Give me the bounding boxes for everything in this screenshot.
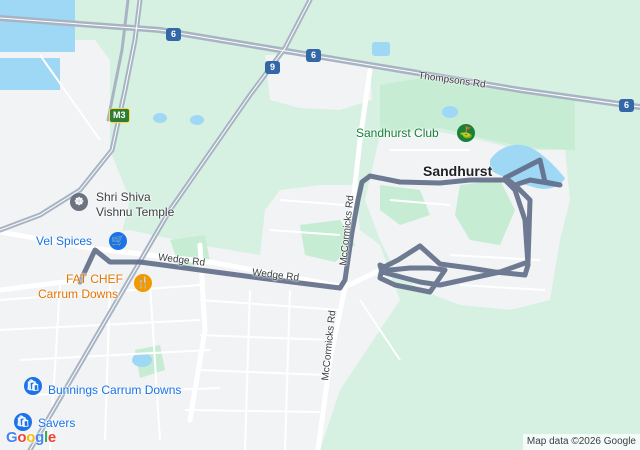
- temple-icon: ☸: [70, 193, 88, 211]
- poi-temple-label-line2: Vishnu Temple: [96, 205, 175, 219]
- poi-bunnings-label: Bunnings Carrum Downs: [48, 383, 182, 397]
- m3-shield: M3: [109, 108, 130, 123]
- restaurant-icon: 🍴: [134, 274, 152, 292]
- shopping-bag-icon: 🛍: [24, 377, 42, 395]
- poi-fat-chef-label-line2: Carrum Downs: [38, 287, 119, 301]
- poi-temple-label-line1: Shri Shiva: [96, 190, 151, 204]
- highway-6-mid-shield: 6: [306, 49, 321, 62]
- place-label-sandhurst: Sandhurst: [423, 163, 493, 179]
- poi-fat-chef-label-line1: FAT CHEF: [66, 272, 123, 286]
- map-attribution[interactable]: Map data ©2026 Google: [522, 434, 640, 450]
- highway-9-shield: 9: [265, 61, 280, 74]
- highway-6-east-shield: 6: [619, 99, 634, 112]
- poi-vel-spices-label: Vel Spices: [36, 234, 93, 248]
- poi-savers-label: Savers: [38, 416, 76, 430]
- map-canvas[interactable]: Thompsons Rd Wedge Rd Wedge Rd McCormick…: [0, 0, 640, 450]
- golf-icon: ⛳: [457, 124, 475, 142]
- poi-sandhurst-club-label: Sandhurst Club: [356, 126, 439, 140]
- highway-6-west-shield: 6: [166, 28, 181, 41]
- shopping-cart-icon: 🛒: [109, 232, 127, 250]
- google-logo[interactable]: Google: [6, 429, 56, 446]
